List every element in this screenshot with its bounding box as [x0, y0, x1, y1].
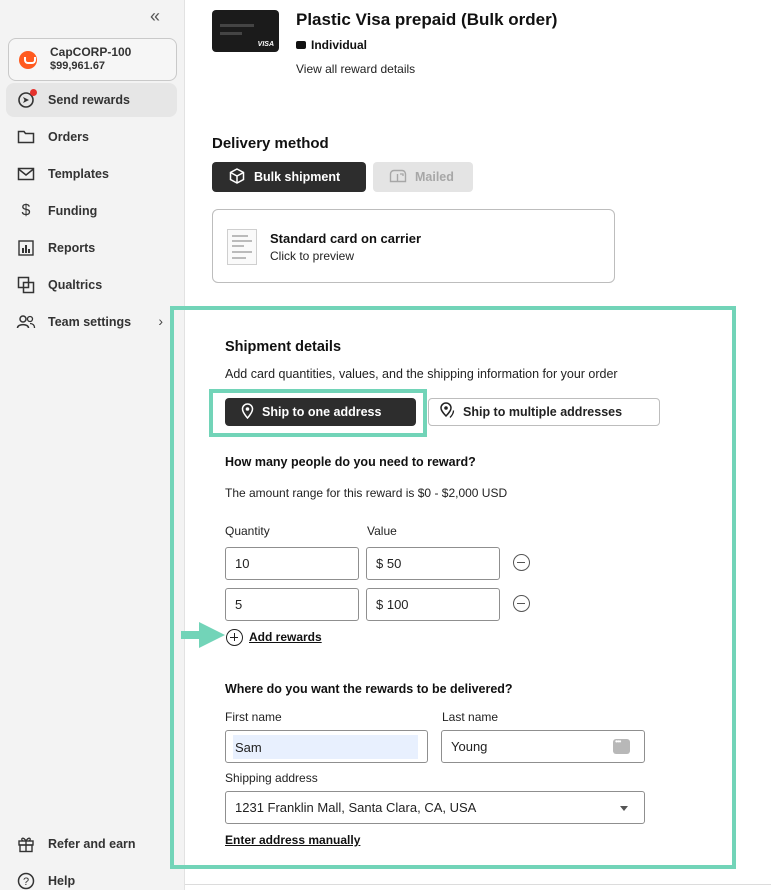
enter-address-manually-link[interactable]: Enter address manually: [225, 833, 360, 847]
dollar-icon: $: [21, 202, 31, 219]
sidebar-item-refer-and-earn[interactable]: Refer and earn: [6, 827, 177, 861]
first-name-label: First name: [225, 710, 282, 724]
location-pin-icon: [241, 402, 254, 422]
bulk-shipment-button[interactable]: Bulk shipment: [212, 162, 366, 192]
sidebar-item-funding[interactable]: $ Funding: [6, 194, 177, 228]
send-icon: [16, 89, 37, 110]
card-stripe: [220, 32, 242, 35]
card-carrier-preview[interactable]: Standard card on carrier Click to previe…: [212, 209, 615, 283]
mailed-label: Mailed: [415, 170, 454, 184]
svg-text:?: ?: [23, 876, 29, 888]
carrier-thumbnail: [227, 229, 257, 265]
first-name-value: Sam: [235, 740, 262, 755]
sidebar-item-reports[interactable]: Reports: [6, 231, 177, 265]
ship-to-multiple-addresses-button[interactable]: Ship to multiple addresses: [428, 398, 660, 426]
help-icon: ?: [16, 871, 36, 890]
mailed-button[interactable]: Mailed: [373, 162, 473, 192]
quantity-input[interactable]: 5: [225, 588, 359, 621]
view-reward-details-link[interactable]: View all reward details: [296, 62, 415, 76]
sidebar-item-templates[interactable]: Templates: [6, 157, 177, 191]
delivery-location-question: Where do you want the rewards to be deli…: [225, 682, 513, 696]
add-circle-icon[interactable]: [226, 629, 243, 646]
product-type: Individual: [296, 38, 367, 52]
quantity-label: Quantity: [225, 524, 270, 538]
last-name-label: Last name: [442, 710, 499, 724]
value-input[interactable]: $ 100: [366, 588, 500, 621]
carrier-title: Standard card on carrier: [270, 231, 421, 246]
mailbox-icon: [389, 169, 407, 186]
card-brand: VISA: [257, 41, 274, 48]
product-type-label: Individual: [311, 38, 368, 52]
ship-to-one-address-label: Ship to one address: [262, 405, 382, 419]
remove-row-icon[interactable]: [513, 554, 530, 571]
remove-row-icon[interactable]: [513, 595, 530, 612]
sidebar-item-label: Refer and earn: [48, 837, 136, 851]
folder-icon: [16, 127, 36, 147]
sidebar-item-label: Reports: [48, 241, 96, 255]
dropdown-caret-icon[interactable]: [620, 806, 628, 811]
sidebar-item-team-settings[interactable]: Team settings ›: [6, 305, 177, 339]
sidebar-item-qualtrics[interactable]: Qualtrics: [6, 268, 177, 302]
how-many-question: How many people do you need to reward?: [225, 455, 476, 469]
add-rewards-link[interactable]: Add rewards: [249, 630, 322, 644]
sidebar-item-label: Funding: [48, 204, 98, 218]
card-type-icon: [296, 41, 306, 49]
bar-chart-icon: [16, 238, 36, 258]
sidebar-item-label: Help: [48, 874, 76, 888]
account-logo-icon: [19, 51, 37, 69]
shipping-address-select[interactable]: 1231 Franklin Mall, Santa Clara, CA, USA: [225, 791, 645, 824]
sidebar-item-label: Templates: [48, 167, 109, 181]
pointer-arrow-icon: [181, 622, 225, 648]
ship-to-one-address-button[interactable]: Ship to one address: [225, 398, 416, 426]
sidebar-item-label: Qualtrics: [48, 278, 103, 292]
collapse-sidebar-icon[interactable]: «: [150, 6, 160, 27]
value-label: Value: [367, 524, 397, 538]
sidebar-item-label: Team settings: [48, 315, 132, 329]
gift-icon: [16, 834, 36, 854]
qualtrics-icon: [16, 275, 36, 295]
sidebar-item-orders[interactable]: Orders: [6, 120, 177, 154]
card-stripe: [220, 24, 254, 27]
sidebar: « CapCORP-100 $99,961.67 Send rewards Or…: [0, 0, 185, 890]
product-title: Plastic Visa prepaid (Bulk order): [296, 10, 558, 29]
shipping-address-label: Shipping address: [225, 771, 318, 785]
sidebar-item-label: Send rewards: [48, 93, 130, 107]
shipment-details-subtitle: Add card quantities, values, and the shi…: [225, 367, 618, 381]
ship-to-multiple-addresses-label: Ship to multiple addresses: [463, 405, 623, 419]
more-options-icon[interactable]: [613, 737, 630, 754]
chevron-right-icon: ›: [158, 313, 163, 329]
team-icon: [16, 312, 36, 332]
notification-dot: [30, 89, 37, 96]
shipment-details-heading: Shipment details: [225, 339, 342, 355]
box-icon: [229, 167, 245, 187]
account-name: CapCORP-100: [50, 45, 132, 59]
account-balance: $99,961.67: [50, 60, 106, 72]
sidebar-item-label: Orders: [48, 130, 89, 144]
location-pin-icon: [439, 402, 455, 422]
value-input[interactable]: $ 50: [366, 547, 500, 580]
divider: [185, 884, 771, 885]
account-switcher[interactable]: CapCORP-100 $99,961.67: [8, 38, 177, 81]
bulk-shipment-label: Bulk shipment: [254, 170, 341, 184]
visa-card-image: VISA: [212, 10, 279, 52]
amount-range-text: The amount range for this reward is $0 -…: [225, 486, 508, 500]
sidebar-item-help[interactable]: ? Help: [6, 864, 177, 890]
carrier-preview-hint: Click to preview: [270, 249, 355, 263]
sidebar-item-send-rewards[interactable]: Send rewards: [6, 83, 177, 117]
quantity-input[interactable]: 10: [225, 547, 359, 580]
delivery-method-heading: Delivery method: [212, 135, 329, 152]
envelope-icon: [16, 164, 36, 184]
